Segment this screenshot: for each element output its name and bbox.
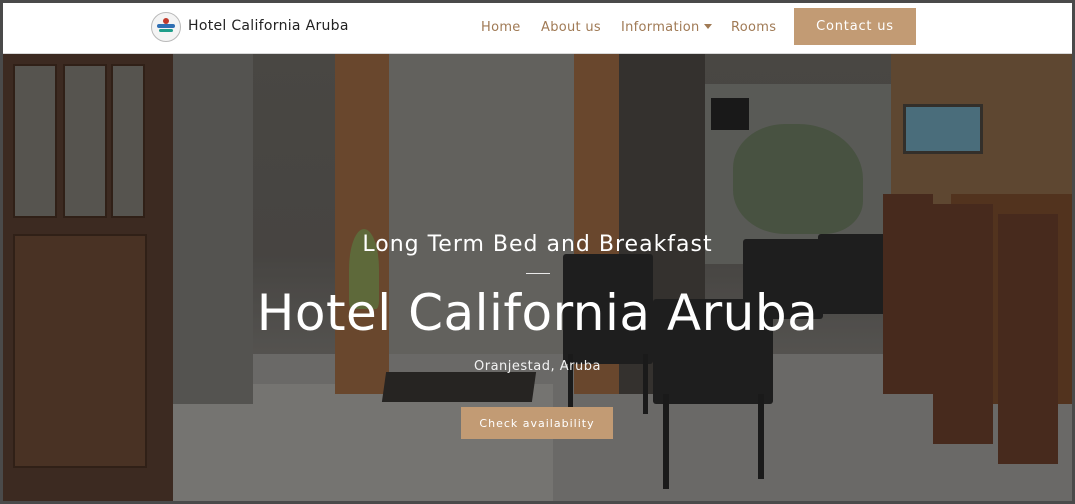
hero-title: Hotel California Aruba (256, 284, 819, 342)
nav-information[interactable]: Information (621, 20, 712, 35)
hero-tagline: Long Term Bed and Breakfast (362, 232, 713, 257)
nav-home[interactable]: Home (481, 20, 521, 35)
hero-location: Oranjestad, Aruba (474, 359, 601, 374)
check-availability-button[interactable]: Check availability (461, 407, 613, 439)
hero-section: Long Term Bed and Breakfast Hotel Califo… (3, 54, 1072, 501)
hotel-logo-icon[interactable] (151, 12, 181, 42)
contact-us-button[interactable]: Contact us (794, 8, 916, 45)
nav-information-label: Information (621, 20, 700, 35)
brand-name[interactable]: Hotel California Aruba (188, 18, 349, 34)
caret-down-icon (703, 24, 712, 29)
hero-divider (526, 273, 550, 274)
nav-about-us[interactable]: About us (541, 20, 601, 35)
site-header: Hotel California Aruba Home About us Inf… (3, 3, 1072, 54)
nav-rooms[interactable]: Rooms (731, 20, 776, 35)
browser-frame: Hotel California Aruba Home About us Inf… (0, 0, 1075, 504)
